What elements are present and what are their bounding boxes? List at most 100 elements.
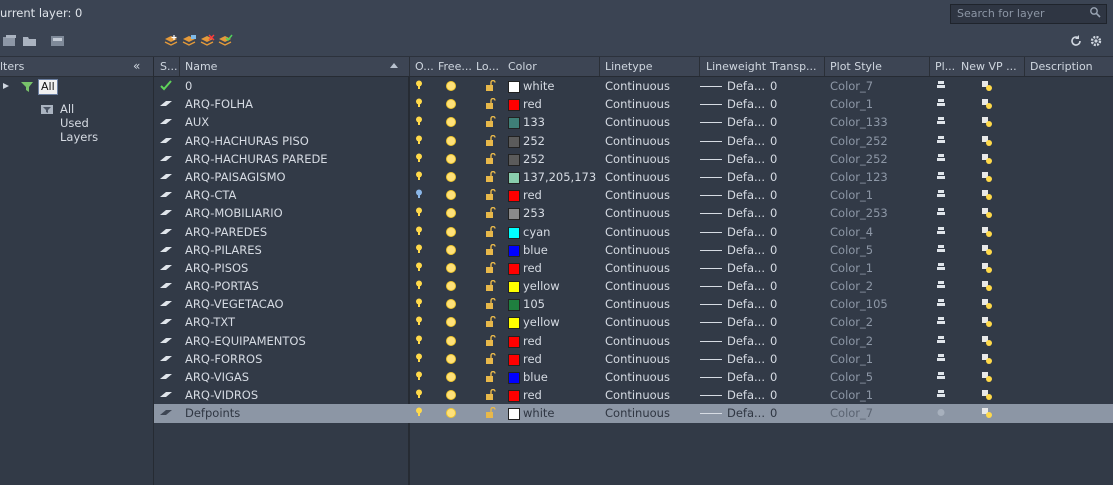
lightbulb-icon[interactable] <box>416 135 422 145</box>
sun-icon[interactable] <box>447 172 455 181</box>
sun-icon[interactable] <box>447 300 455 309</box>
lineweight[interactable]: Defa... <box>727 315 765 329</box>
layer-name[interactable]: 0 <box>185 79 192 93</box>
viewport-freeze-icon[interactable] <box>981 262 993 274</box>
col-lock[interactable]: Lo... <box>476 60 499 73</box>
transparency[interactable]: 0 <box>770 170 777 184</box>
viewport-freeze-icon[interactable] <box>981 244 993 256</box>
linetype[interactable]: Continuous <box>605 406 670 420</box>
layer-name[interactable]: ARQ-VEGETACAO <box>185 297 284 311</box>
transparency[interactable]: 0 <box>770 334 777 348</box>
color-name[interactable]: yellow <box>523 315 560 329</box>
unlock-icon[interactable] <box>485 280 496 292</box>
viewport-freeze-icon[interactable] <box>981 298 993 310</box>
printer-icon[interactable] <box>937 99 945 108</box>
viewport-freeze-icon[interactable] <box>981 171 993 183</box>
viewport-freeze-icon[interactable] <box>981 226 993 238</box>
linetype[interactable]: Continuous <box>605 315 670 329</box>
table-row[interactable]: ARQ-HACHURAS PISO 252 Continuous Defa...… <box>154 132 1113 150</box>
unlock-icon[interactable] <box>485 207 496 219</box>
unlock-icon[interactable] <box>485 261 496 273</box>
new-layer-icon[interactable] <box>163 34 179 48</box>
color-name[interactable]: blue <box>523 243 548 257</box>
transparency[interactable]: 0 <box>770 79 777 93</box>
sun-icon[interactable] <box>447 245 455 254</box>
printer-icon[interactable] <box>937 117 945 126</box>
col-on[interactable]: O... <box>415 60 434 73</box>
lightbulb-icon[interactable] <box>416 153 422 163</box>
color-swatch[interactable] <box>508 135 520 148</box>
layer-name[interactable]: ARQ-FORROS <box>185 352 262 366</box>
unlock-icon[interactable] <box>485 134 496 146</box>
printer-icon[interactable] <box>937 353 945 363</box>
color-swatch[interactable] <box>508 117 520 130</box>
lineweight[interactable]: Defa... <box>727 297 765 311</box>
search-icon[interactable] <box>1089 6 1101 18</box>
col-plot-style[interactable]: Plot Style <box>830 60 882 73</box>
lightbulb-icon[interactable] <box>416 80 422 90</box>
color-name[interactable]: red <box>523 261 542 275</box>
table-row[interactable]: ARQ-HACHURAS PAREDE 252 Continuous Defa.… <box>154 150 1113 168</box>
lightbulb-icon[interactable] <box>416 298 422 308</box>
lightbulb-icon[interactable] <box>416 171 422 181</box>
linetype[interactable]: Continuous <box>605 115 670 129</box>
layer-name[interactable]: ARQ-PISOS <box>185 261 248 275</box>
color-swatch[interactable] <box>508 390 520 403</box>
viewport-freeze-icon[interactable] <box>981 80 993 92</box>
layer-name[interactable]: ARQ-HACHURAS PISO <box>185 134 309 148</box>
printer-icon[interactable] <box>937 190 945 199</box>
color-swatch[interactable] <box>508 299 520 312</box>
linetype[interactable]: Continuous <box>605 334 670 348</box>
transparency[interactable]: 0 <box>770 152 777 166</box>
color-swatch[interactable] <box>508 372 520 384</box>
col-transparency[interactable]: Transp... <box>770 60 817 73</box>
col-plot[interactable]: Pl... <box>935 60 955 73</box>
table-row[interactable]: ARQ-VEGETACAO 105 Continuous Defa... 0 C… <box>154 295 1113 313</box>
delete-layer-icon[interactable] <box>199 34 215 48</box>
unlock-icon[interactable] <box>485 225 496 237</box>
lightbulb-icon[interactable] <box>416 244 422 254</box>
layer-name[interactable]: ARQ-EQUIPAMENTOS <box>185 334 306 348</box>
printer-icon[interactable] <box>937 281 945 290</box>
lineweight[interactable]: Defa... <box>727 206 765 220</box>
unlock-icon[interactable] <box>485 116 496 128</box>
lineweight[interactable]: Defa... <box>727 115 765 129</box>
lineweight[interactable]: Defa... <box>727 406 765 420</box>
lineweight[interactable]: Defa... <box>727 388 765 402</box>
layer-name[interactable]: ARQ-CTA <box>185 188 236 202</box>
transparency[interactable]: 0 <box>770 370 777 384</box>
sun-icon[interactable] <box>447 318 455 327</box>
viewport-freeze-icon[interactable] <box>981 389 993 401</box>
lightbulb-icon[interactable] <box>416 371 422 381</box>
table-row[interactable]: ARQ-PAISAGISMO 137,205,173 Continuous De… <box>154 168 1113 186</box>
lightbulb-icon[interactable] <box>416 353 422 363</box>
table-row[interactable]: Defpoints white Continuous Defa... 0 Col… <box>154 404 1113 423</box>
sun-icon[interactable] <box>447 100 455 109</box>
transparency[interactable]: 0 <box>770 352 777 366</box>
lightbulb-icon[interactable] <box>416 280 422 290</box>
color-swatch[interactable] <box>508 317 520 330</box>
col-color[interactable]: Color <box>508 60 537 73</box>
lineweight[interactable]: Defa... <box>727 370 765 384</box>
color-name[interactable]: white <box>523 406 554 420</box>
color-name[interactable]: 252 <box>523 134 545 148</box>
color-name[interactable]: white <box>523 79 554 93</box>
unlock-icon[interactable] <box>485 80 496 91</box>
sun-icon[interactable] <box>447 154 455 163</box>
sun-icon[interactable] <box>447 191 455 200</box>
transparency[interactable]: 0 <box>770 315 777 329</box>
viewport-freeze-icon[interactable] <box>981 335 993 347</box>
color-name[interactable]: red <box>523 188 542 202</box>
transparency[interactable]: 0 <box>770 261 777 275</box>
sun-icon[interactable] <box>447 136 455 145</box>
transparency[interactable]: 0 <box>770 188 777 202</box>
table-row[interactable]: AUX 133 Continuous Defa... 0 Color_133 <box>154 113 1113 131</box>
color-name[interactable]: 253 <box>523 206 545 220</box>
transparency[interactable]: 0 <box>770 97 777 111</box>
viewport-freeze-icon[interactable] <box>981 98 993 110</box>
col-status[interactable]: S... <box>160 60 177 73</box>
transparency[interactable]: 0 <box>770 134 777 148</box>
layer-name[interactable]: ARQ-TXT <box>185 315 235 329</box>
linetype[interactable]: Continuous <box>605 79 670 93</box>
layer-name[interactable]: ARQ-PAREDES <box>185 225 267 239</box>
